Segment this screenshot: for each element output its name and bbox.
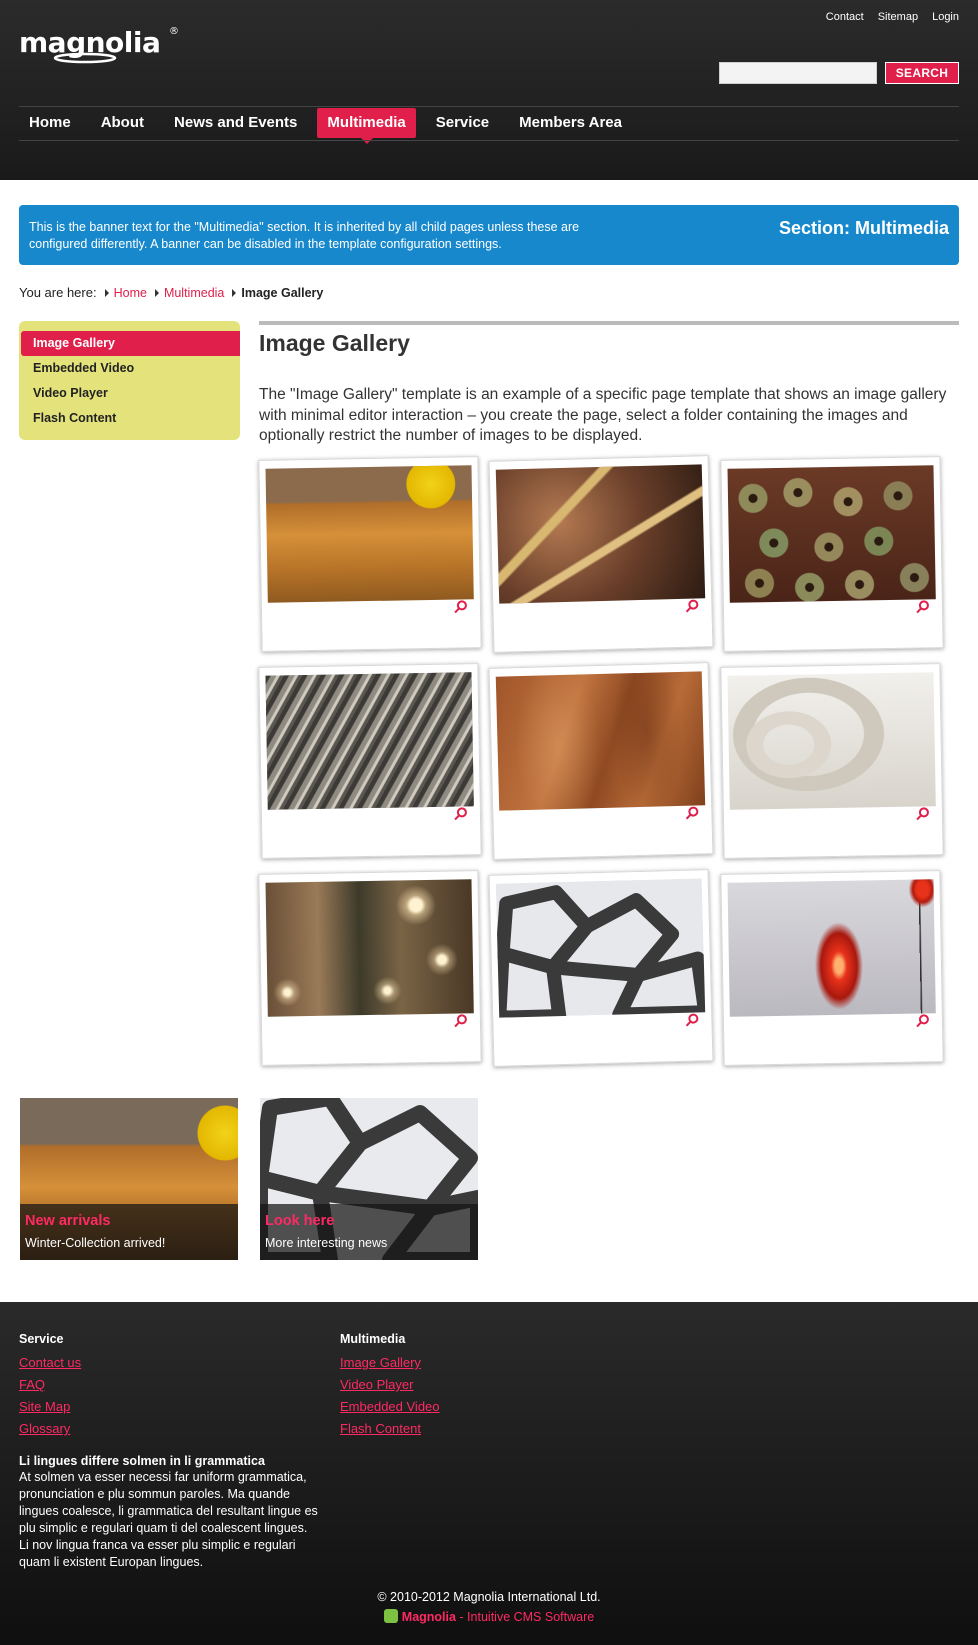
- zoom-icon[interactable]: [454, 806, 468, 821]
- nav-divider-bottom: [19, 140, 959, 141]
- sidebar-nav: Image Gallery Embedded Video Video Playe…: [19, 321, 240, 440]
- gallery-photo[interactable]: [495, 878, 706, 1018]
- zoom-icon[interactable]: [916, 599, 930, 614]
- footer-link-contact-us[interactable]: Contact us: [19, 1352, 81, 1374]
- logo-registered-mark: ®: [169, 26, 179, 37]
- nav-item-news-and-events[interactable]: News and Events: [164, 108, 307, 138]
- gallery-item[interactable]: [258, 663, 482, 859]
- page-title: Image Gallery: [259, 330, 410, 356]
- footer-link-site-map[interactable]: Site Map: [19, 1396, 81, 1418]
- footer-col-multimedia: Multimedia Image Gallery Video Player Em…: [340, 1332, 440, 1440]
- gallery-photo[interactable]: [495, 671, 706, 811]
- teaser-title[interactable]: Look here: [265, 1213, 334, 1229]
- nav-item-members-area[interactable]: Members Area: [509, 108, 632, 138]
- gallery-item[interactable]: [488, 869, 714, 1067]
- gallery-photo[interactable]: [265, 879, 474, 1017]
- teaser-card[interactable]: New arrivals Winter-Collection arrived!: [20, 1098, 238, 1260]
- search-input[interactable]: [719, 62, 877, 84]
- gallery-photo[interactable]: [727, 672, 936, 810]
- teaser-card[interactable]: Look here More interesting news: [260, 1098, 478, 1260]
- footer-about: Li lingues differe solmen in li grammati…: [19, 1454, 319, 1571]
- footer-col-service: Service Contact us FAQ Site Map Glossary: [19, 1332, 81, 1440]
- nav-divider-top: [19, 106, 959, 107]
- footer-link-flash-content[interactable]: Flash Content: [340, 1418, 440, 1440]
- breadcrumb-arrow-icon: [154, 288, 159, 297]
- sidebar-item-flash-content[interactable]: Flash Content: [21, 406, 240, 431]
- footer-about-text: At solmen va esser necessi far uniform g…: [19, 1470, 318, 1569]
- banner-text: This is the banner text for the "Multime…: [29, 220, 580, 251]
- footer-link-embedded-video[interactable]: Embedded Video: [340, 1396, 440, 1418]
- gallery-item[interactable]: [720, 870, 944, 1066]
- util-link-contact[interactable]: Contact: [826, 11, 864, 23]
- footer-copyright: © 2010-2012 Magnolia International Ltd.: [377, 1590, 601, 1604]
- breadcrumb: You are here: Home Multimedia Image Gall…: [19, 285, 323, 300]
- footer-about-heading: Li lingues differe solmen in li grammati…: [19, 1454, 265, 1468]
- footer-link-glossary[interactable]: Glossary: [19, 1418, 81, 1440]
- util-link-sitemap[interactable]: Sitemap: [878, 11, 918, 23]
- zoom-icon[interactable]: [685, 598, 699, 613]
- breadcrumb-arrow-icon: [104, 288, 109, 297]
- sidebar-item-image-gallery[interactable]: Image Gallery: [21, 331, 240, 356]
- sidebar-item-embedded-video[interactable]: Embedded Video: [21, 356, 240, 381]
- footer-brand-tagline: - Intuitive CMS Software: [455, 1610, 595, 1624]
- gallery-photo[interactable]: [727, 879, 936, 1017]
- zoom-icon[interactable]: [685, 805, 699, 820]
- breadcrumb-prefix: You are here:: [19, 285, 97, 300]
- gallery-item[interactable]: [258, 456, 482, 652]
- magnolia-logo-icon: [383, 1609, 398, 1623]
- gallery-item[interactable]: [720, 456, 944, 652]
- nav-item-service[interactable]: Service: [426, 108, 499, 138]
- util-link-login[interactable]: Login: [932, 11, 959, 23]
- title-rule: [259, 321, 959, 325]
- breadcrumb-arrow-icon: [232, 288, 237, 297]
- site-footer: Service Contact us FAQ Site Map Glossary…: [0, 1302, 978, 1645]
- teaser-text: More interesting news: [265, 1236, 388, 1250]
- zoom-icon[interactable]: [685, 1012, 699, 1027]
- sidebar-item-video-player[interactable]: Video Player: [21, 381, 240, 406]
- footer-brand: Magnolia - Intuitive CMS Software: [0, 1609, 978, 1624]
- intro-text: The "Image Gallery" template is an examp…: [259, 386, 947, 444]
- gallery-item[interactable]: [720, 663, 944, 859]
- gallery-photo[interactable]: [265, 672, 474, 810]
- zoom-icon[interactable]: [916, 1013, 930, 1028]
- nav-item-about[interactable]: About: [91, 108, 154, 138]
- breadcrumb-home[interactable]: Home: [114, 286, 147, 300]
- footer-brand-link[interactable]: Magnolia: [402, 1610, 456, 1624]
- gallery-item[interactable]: [488, 455, 714, 653]
- gallery-item[interactable]: [488, 662, 714, 860]
- footer-col-heading: Service: [19, 1332, 64, 1346]
- zoom-icon[interactable]: [454, 1013, 468, 1028]
- logo-swirl-icon: [53, 52, 117, 64]
- site-header: magnolia ® Contact Sitemap Login SEARCH …: [0, 0, 978, 180]
- footer-link-faq[interactable]: FAQ: [19, 1374, 81, 1396]
- teaser-text: Winter-Collection arrived!: [25, 1236, 166, 1250]
- section-banner: This is the banner text for the "Multime…: [19, 205, 959, 265]
- utility-nav: Contact Sitemap Login: [826, 11, 959, 23]
- main-nav: Home About News and Events Multimedia Se…: [19, 108, 642, 144]
- gallery-photo[interactable]: [495, 464, 706, 604]
- footer-link-video-player[interactable]: Video Player: [340, 1374, 440, 1396]
- gallery-photo[interactable]: [265, 465, 474, 603]
- zoom-icon[interactable]: [916, 806, 930, 821]
- breadcrumb-multimedia[interactable]: Multimedia: [164, 286, 224, 300]
- zoom-icon[interactable]: [454, 599, 468, 614]
- gallery-item[interactable]: [258, 870, 482, 1066]
- footer-col-heading: Multimedia: [340, 1332, 406, 1346]
- teaser-title[interactable]: New arrivals: [25, 1213, 110, 1229]
- breadcrumb-current: Image Gallery: [241, 285, 324, 300]
- nav-item-home[interactable]: Home: [19, 108, 81, 138]
- banner-section-label: Section: Multimedia: [778, 218, 949, 238]
- search-button[interactable]: SEARCH: [885, 62, 959, 84]
- footer-link-image-gallery[interactable]: Image Gallery: [340, 1352, 440, 1374]
- gallery-photo[interactable]: [727, 465, 936, 603]
- nav-item-multimedia[interactable]: Multimedia: [317, 108, 416, 144]
